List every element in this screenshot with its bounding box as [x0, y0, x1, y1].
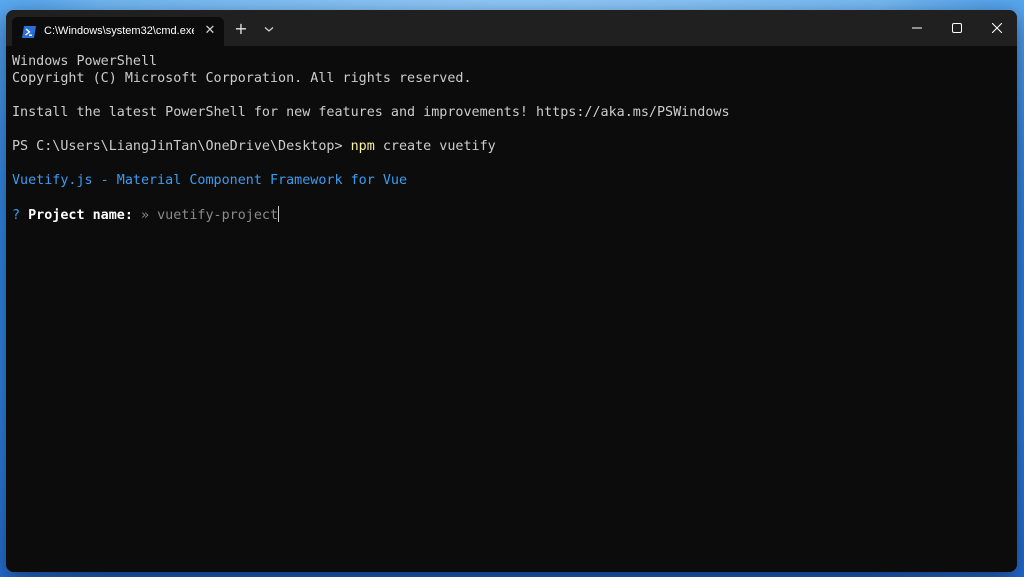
- prompt-path: PS C:\Users\LiangJinTan\OneDrive\Desktop…: [12, 139, 351, 154]
- terminal-output[interactable]: Windows PowerShell Copyright (C) Microso…: [6, 46, 1017, 572]
- tab-title: C:\Windows\system32\cmd.exe: [44, 25, 194, 37]
- powershell-header: Windows PowerShell: [12, 54, 158, 69]
- maximize-button[interactable]: [937, 10, 977, 46]
- close-icon: [992, 23, 1002, 33]
- project-name-prompt[interactable]: ? Project name: » vuetify-project: [12, 206, 280, 224]
- arrow-indicator: »: [141, 208, 150, 223]
- title-bar[interactable]: C:\Windows\system32\cmd.exe ✕ +: [6, 10, 1017, 46]
- copyright-line: Copyright (C) Microsoft Corporation. All…: [12, 71, 472, 86]
- command-line: PS C:\Users\LiangJinTan\OneDrive\Desktop…: [12, 138, 496, 155]
- close-tab-icon[interactable]: ✕: [202, 23, 218, 39]
- new-tab-button[interactable]: +: [232, 20, 250, 38]
- powershell-icon: [22, 24, 36, 38]
- default-project-name: vuetify-project: [149, 208, 279, 223]
- maximize-icon: [952, 23, 962, 33]
- vuetify-banner: Vuetify.js - Material Component Framewor…: [12, 173, 408, 188]
- tab-cmd[interactable]: C:\Windows\system32\cmd.exe ✕: [12, 17, 224, 46]
- command-name: npm: [350, 139, 375, 154]
- question-mark: ?: [12, 208, 21, 223]
- question-label: Project name:: [20, 208, 141, 223]
- terminal-window: C:\Windows\system32\cmd.exe ✕ + Windows …: [6, 10, 1017, 572]
- close-window-button[interactable]: [977, 10, 1017, 46]
- minimize-icon: [912, 27, 922, 29]
- text-cursor: [278, 206, 280, 222]
- install-notice: Install the latest PowerShell for new fe…: [12, 105, 730, 120]
- minimize-button[interactable]: [897, 10, 937, 46]
- chevron-down-icon[interactable]: [260, 20, 278, 38]
- command-args: create vuetify: [374, 139, 496, 154]
